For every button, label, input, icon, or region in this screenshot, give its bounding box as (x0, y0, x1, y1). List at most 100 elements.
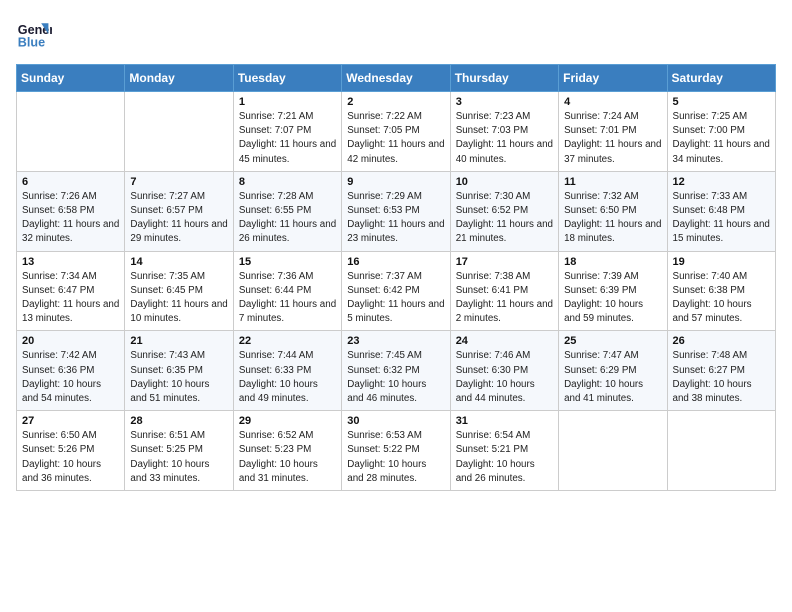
calendar-week-5: 27 Sunrise: 6:50 AMSunset: 5:26 PMDayligh… (17, 411, 776, 491)
weekday-header-monday: Monday (125, 65, 233, 92)
day-info: Sunrise: 7:32 AMSunset: 6:50 PMDaylight:… (564, 190, 661, 247)
calendar-week-1: 1 Sunrise: 7:21 AMSunset: 7:07 PMDaylight… (17, 92, 776, 172)
day-info: Sunrise: 7:47 AMSunset: 6:29 PMDaylight:… (564, 349, 661, 406)
calendar-cell: 7 Sunrise: 7:27 AMSunset: 6:57 PMDaylight… (125, 171, 233, 251)
day-number: 7 (130, 176, 227, 188)
calendar-cell: 28 Sunrise: 6:51 AMSunset: 5:25 PMDayligh… (125, 411, 233, 491)
day-info: Sunrise: 7:39 AMSunset: 6:39 PMDaylight:… (564, 270, 661, 327)
weekday-header-friday: Friday (559, 65, 667, 92)
calendar-cell: 9 Sunrise: 7:29 AMSunset: 6:53 PMDaylight… (342, 171, 450, 251)
calendar-cell: 22Sunrise: 7:44 AMSunset: 6:33 PMDayligh… (233, 331, 341, 411)
day-number: 29 (239, 415, 336, 427)
svg-text:Blue: Blue (18, 36, 45, 50)
day-info: Sunrise: 7:30 AMSunset: 6:52 PMDaylight:… (456, 190, 553, 247)
calendar-cell: 29 Sunrise: 6:52 AMSunset: 5:23 PMDayligh… (233, 411, 341, 491)
day-info: Sunrise: 6:52 AMSunset: 5:23 PMDaylight:… (239, 429, 336, 486)
day-info: Sunrise: 7:25 AMSunset: 7:00 PMDaylight:… (673, 110, 770, 167)
day-number: 22 (239, 335, 336, 347)
calendar-cell: 16Sunrise: 7:37 AMSunset: 6:42 PMDayligh… (342, 251, 450, 331)
weekday-header-tuesday: Tuesday (233, 65, 341, 92)
calendar-cell: 3 Sunrise: 7:23 AMSunset: 7:03 PMDaylight… (450, 92, 558, 172)
calendar-cell: 30 Sunrise: 6:53 AMSunset: 5:22 PMDayligh… (342, 411, 450, 491)
calendar-cell: 17 Sunrise: 7:38 AMSunset: 6:41 PMDayligh… (450, 251, 558, 331)
calendar-cell: 23 Sunrise: 7:45 AMSunset: 6:32 PMDayligh… (342, 331, 450, 411)
calendar-cell: 11 Sunrise: 7:32 AMSunset: 6:50 PMDayligh… (559, 171, 667, 251)
day-info: Sunrise: 6:51 AMSunset: 5:25 PMDaylight:… (130, 429, 227, 486)
day-info: Sunrise: 7:45 AMSunset: 6:32 PMDaylight:… (347, 349, 444, 406)
day-info: Sunrise: 7:36 AMSunset: 6:44 PMDaylight:… (239, 270, 336, 327)
weekday-header-wednesday: Wednesday (342, 65, 450, 92)
weekday-header-saturday: Saturday (667, 65, 775, 92)
calendar-body: 1 Sunrise: 7:21 AMSunset: 7:07 PMDaylight… (17, 92, 776, 491)
calendar-cell: 4 Sunrise: 7:24 AMSunset: 7:01 PMDaylight… (559, 92, 667, 172)
day-info: Sunrise: 6:50 AMSunset: 5:26 PMDaylight:… (22, 429, 119, 486)
calendar-cell: 8 Sunrise: 7:28 AMSunset: 6:55 PMDaylight… (233, 171, 341, 251)
calendar-cell: 15 Sunrise: 7:36 AMSunset: 6:44 PMDayligh… (233, 251, 341, 331)
day-number: 9 (347, 176, 444, 188)
calendar-cell: 14Sunrise: 7:35 AMSunset: 6:45 PMDayligh… (125, 251, 233, 331)
day-info: Sunrise: 6:53 AMSunset: 5:22 PMDaylight:… (347, 429, 444, 486)
calendar-cell: 19 Sunrise: 7:40 AMSunset: 6:38 PMDayligh… (667, 251, 775, 331)
day-info: Sunrise: 7:34 AMSunset: 6:47 PMDaylight:… (22, 270, 119, 327)
day-info: Sunrise: 7:23 AMSunset: 7:03 PMDaylight:… (456, 110, 553, 167)
calendar-week-3: 13 Sunrise: 7:34 AMSunset: 6:47 PMDayligh… (17, 251, 776, 331)
calendar-cell: 12 Sunrise: 7:33 AMSunset: 6:48 PMDayligh… (667, 171, 775, 251)
day-info: Sunrise: 7:40 AMSunset: 6:38 PMDaylight:… (673, 270, 770, 327)
calendar-cell: 5 Sunrise: 7:25 AMSunset: 7:00 PMDaylight… (667, 92, 775, 172)
day-number: 13 (22, 256, 119, 268)
day-info: Sunrise: 6:54 AMSunset: 5:21 PMDaylight:… (456, 429, 553, 486)
day-number: 27 (22, 415, 119, 427)
day-number: 23 (347, 335, 444, 347)
day-number: 28 (130, 415, 227, 427)
day-number: 31 (456, 415, 553, 427)
calendar-cell (559, 411, 667, 491)
calendar-week-4: 20Sunrise: 7:42 AMSunset: 6:36 PMDayligh… (17, 331, 776, 411)
day-number: 26 (673, 335, 770, 347)
calendar-cell: 25Sunrise: 7:47 AMSunset: 6:29 PMDayligh… (559, 331, 667, 411)
day-number: 1 (239, 96, 336, 108)
calendar-cell (17, 92, 125, 172)
day-info: Sunrise: 7:43 AMSunset: 6:35 PMDaylight:… (130, 349, 227, 406)
page-header: General Blue (16, 16, 776, 52)
day-info: Sunrise: 7:26 AMSunset: 6:58 PMDaylight:… (22, 190, 119, 247)
calendar-header-row: SundayMondayTuesdayWednesdayThursdayFrid… (17, 65, 776, 92)
day-info: Sunrise: 7:24 AMSunset: 7:01 PMDaylight:… (564, 110, 661, 167)
day-info: Sunrise: 7:35 AMSunset: 6:45 PMDaylight:… (130, 270, 227, 327)
day-number: 4 (564, 96, 661, 108)
day-info: Sunrise: 7:38 AMSunset: 6:41 PMDaylight:… (456, 270, 553, 327)
calendar-table: SundayMondayTuesdayWednesdayThursdayFrid… (16, 64, 776, 491)
calendar-cell (667, 411, 775, 491)
logo: General Blue (16, 16, 52, 52)
day-number: 24 (456, 335, 553, 347)
day-info: Sunrise: 7:28 AMSunset: 6:55 PMDaylight:… (239, 190, 336, 247)
calendar-week-2: 6Sunrise: 7:26 AMSunset: 6:58 PMDaylight… (17, 171, 776, 251)
day-info: Sunrise: 7:29 AMSunset: 6:53 PMDaylight:… (347, 190, 444, 247)
calendar-cell: 26 Sunrise: 7:48 AMSunset: 6:27 PMDayligh… (667, 331, 775, 411)
day-info: Sunrise: 7:22 AMSunset: 7:05 PMDaylight:… (347, 110, 444, 167)
day-number: 3 (456, 96, 553, 108)
weekday-header-thursday: Thursday (450, 65, 558, 92)
calendar-cell: 31 Sunrise: 6:54 AMSunset: 5:21 PMDayligh… (450, 411, 558, 491)
calendar-cell: 13 Sunrise: 7:34 AMSunset: 6:47 PMDayligh… (17, 251, 125, 331)
day-number: 11 (564, 176, 661, 188)
day-number: 15 (239, 256, 336, 268)
calendar-cell (125, 92, 233, 172)
day-number: 2 (347, 96, 444, 108)
day-number: 12 (673, 176, 770, 188)
day-number: 5 (673, 96, 770, 108)
day-number: 17 (456, 256, 553, 268)
day-info: Sunrise: 7:27 AMSunset: 6:57 PMDaylight:… (130, 190, 227, 247)
calendar-cell: 21 Sunrise: 7:43 AMSunset: 6:35 PMDayligh… (125, 331, 233, 411)
day-number: 20 (22, 335, 119, 347)
day-number: 19 (673, 256, 770, 268)
calendar-cell: 2 Sunrise: 7:22 AMSunset: 7:05 PMDaylight… (342, 92, 450, 172)
calendar-cell: 18Sunrise: 7:39 AMSunset: 6:39 PMDayligh… (559, 251, 667, 331)
calendar-cell: 20Sunrise: 7:42 AMSunset: 6:36 PMDayligh… (17, 331, 125, 411)
day-number: 30 (347, 415, 444, 427)
day-info: Sunrise: 7:48 AMSunset: 6:27 PMDaylight:… (673, 349, 770, 406)
weekday-header-sunday: Sunday (17, 65, 125, 92)
day-info: Sunrise: 7:33 AMSunset: 6:48 PMDaylight:… (673, 190, 770, 247)
day-number: 21 (130, 335, 227, 347)
day-info: Sunrise: 7:21 AMSunset: 7:07 PMDaylight:… (239, 110, 336, 167)
day-number: 8 (239, 176, 336, 188)
